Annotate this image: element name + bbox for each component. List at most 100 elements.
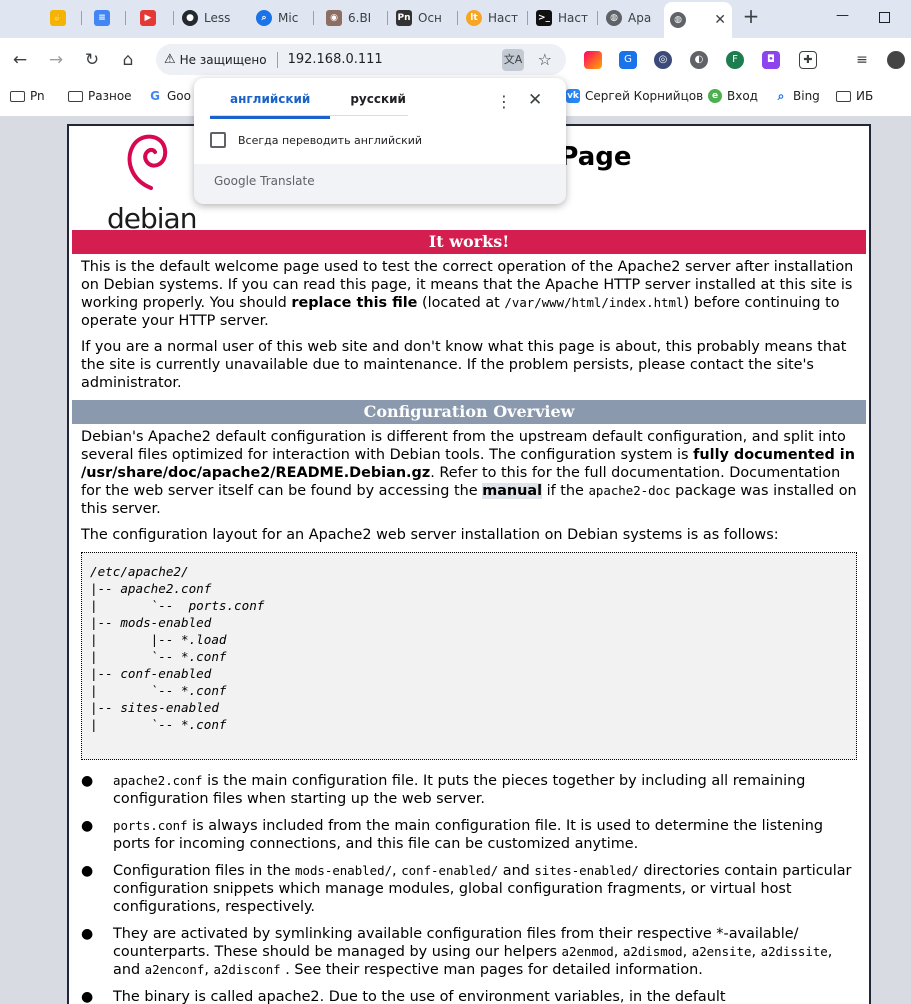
list-item: ● ports.conf is always included from the …	[81, 818, 823, 852]
maximize-icon[interactable]	[879, 12, 890, 23]
search-icon: ⌕	[774, 89, 788, 103]
tab-1[interactable]: ✋	[44, 4, 82, 32]
folder-icon	[68, 90, 83, 102]
url-text[interactable]: 192.168.0.111	[288, 52, 383, 67]
tab-3[interactable]: ▶	[134, 4, 174, 32]
manual-link[interactable]: manual	[482, 483, 543, 499]
tab-label: Apa	[628, 11, 652, 25]
intro-paragraph-1: This is the default welcome page used to…	[81, 259, 854, 329]
bullet-icon: ●	[81, 989, 94, 1004]
translate-popup: английский русский ⋮ ✕ Всегда переводить…	[194, 78, 566, 204]
close-tab-icon[interactable]: ✕	[714, 12, 726, 28]
config-paragraph-1: Debian's Apache2 default configuration i…	[81, 429, 857, 517]
google-translate-logo: Google Translate	[214, 174, 315, 188]
tab-10[interactable]: ◍ Apa	[600, 4, 660, 32]
intro-paragraph-2: If you are a normal user of this web sit…	[81, 339, 847, 391]
bookmark-folder-ib[interactable]: ИБ	[836, 89, 873, 103]
bookmark-folder-misc[interactable]: Разное	[68, 89, 132, 103]
bullet-icon: ●	[81, 926, 94, 942]
tab-label: Осн	[418, 11, 442, 25]
bookmark-folder-pn[interactable]: Pn	[10, 89, 45, 103]
extension-gradient-icon[interactable]	[584, 51, 602, 69]
avatar[interactable]	[887, 51, 905, 69]
folder-icon: ✋	[50, 10, 66, 26]
bookmark-google[interactable]: G Goo	[148, 89, 191, 103]
bookmark-label: Вход	[727, 89, 758, 103]
tab-strip: ✋ ≡ ▶ ● Less ⌕ Mic ◉ 6.ВІ Pn Осн lt Наст…	[0, 0, 911, 38]
bookmark-login[interactable]: e Вход	[708, 89, 758, 103]
tab-label: Less	[204, 11, 231, 25]
apache2-doc-code: apache2-doc	[588, 483, 671, 498]
owl-icon: ◉	[326, 10, 342, 26]
purple-extension-icon[interactable]: ◘	[762, 51, 780, 69]
reading-list-icon[interactable]: ≡	[853, 51, 871, 69]
bookmark-label: Разное	[88, 89, 132, 103]
tab-9[interactable]: >_ Наст	[530, 4, 598, 32]
tab-label: 6.ВІ	[348, 11, 372, 25]
more-options-icon[interactable]: ⋮	[496, 92, 512, 111]
globe-extension-icon[interactable]: F	[726, 51, 744, 69]
bullet-icon: ●	[81, 818, 94, 834]
lt-icon: lt	[466, 10, 482, 26]
security-label[interactable]: Не защищено	[180, 53, 267, 67]
home-icon[interactable]: ⌂	[118, 50, 138, 70]
extensions-puzzle-icon[interactable]: ✚	[799, 51, 817, 69]
address-bar[interactable]: ⚠ Не защищено 192.168.0.111 文A ☆	[156, 44, 566, 75]
evernote-icon: e	[708, 89, 722, 103]
config-paragraph-2: The configuration layout for an Apache2 …	[81, 527, 779, 543]
always-translate-label: Всегда переводить английский	[238, 133, 423, 147]
translate-footer: Google Translate	[194, 164, 566, 204]
always-translate-checkbox[interactable]	[210, 132, 226, 148]
docs-icon: ≡	[94, 10, 110, 26]
close-icon[interactable]: ✕	[528, 90, 542, 110]
folder-icon	[10, 90, 25, 102]
youtube-icon: ▶	[140, 10, 156, 26]
config-section: Debian's Apache2 default configuration i…	[69, 424, 869, 1004]
tab-7[interactable]: Pn Осн	[390, 4, 458, 32]
terminal-icon: >_	[536, 10, 552, 26]
always-translate-option[interactable]: Всегда переводить английский	[210, 132, 422, 148]
bookmark-label: Сергей Корнийцов	[585, 89, 704, 103]
bullet-icon: ●	[81, 773, 94, 789]
new-tab-button[interactable]: +	[741, 6, 761, 26]
forward-icon[interactable]: →	[46, 50, 66, 70]
bookmark-star-icon[interactable]: ☆	[538, 50, 552, 69]
translate-icon[interactable]: 文A	[502, 49, 524, 71]
replace-file-emphasis: replace this file	[291, 295, 418, 311]
google-icon: G	[148, 89, 162, 103]
tab-label: Наст	[558, 11, 588, 25]
reload-icon[interactable]: ↻	[82, 50, 102, 70]
back-icon[interactable]: ←	[10, 50, 30, 70]
planet-extension-icon[interactable]: ◐	[690, 51, 708, 69]
tab-5[interactable]: ⌕ Mic	[250, 4, 314, 32]
tab-6[interactable]: ◉ 6.ВІ	[320, 4, 388, 32]
tab-active[interactable]: ◍ ✕	[664, 2, 732, 38]
bullet-icon: ●	[81, 863, 94, 879]
translate-extension-icon[interactable]: G	[619, 51, 637, 69]
tab-2[interactable]: ≡	[88, 4, 126, 32]
page-viewport[interactable]: debian lt Page It works! This is the def…	[0, 116, 911, 1004]
debian-logo: debian	[107, 130, 197, 235]
intro-section: This is the default welcome page used to…	[69, 254, 869, 392]
warning-icon[interactable]: ⚠	[164, 52, 176, 67]
list-item: ● They are activated by symlinking availa…	[81, 926, 833, 978]
minimize-icon[interactable]: —	[836, 8, 849, 23]
bookmark-label: Bing	[793, 89, 820, 103]
logo-text: debian	[107, 202, 197, 235]
config-tree: /etc/apache2/ |-- apache2.conf | `-- por…	[81, 552, 857, 760]
tab-label: Mic	[278, 11, 299, 25]
bookmark-vk[interactable]: vk Сергей Корнийцов	[566, 89, 703, 103]
bookmark-bing[interactable]: ⌕ Bing	[774, 89, 820, 103]
bookmark-label: ИБ	[856, 89, 874, 103]
lock-extension-icon[interactable]: ◎	[654, 51, 672, 69]
bookmark-label: Goo	[167, 89, 191, 103]
globe-icon: ◍	[606, 10, 622, 26]
folder-icon	[836, 90, 851, 102]
tab-8[interactable]: lt Наст	[460, 4, 528, 32]
search-icon: ⌕	[256, 10, 272, 26]
apache-default-page: debian lt Page It works! This is the def…	[67, 124, 871, 1004]
config-overview-banner: Configuration Overview	[72, 400, 866, 424]
index-path: /var/www/html/index.html	[504, 295, 684, 310]
tab-label: Наст	[488, 11, 518, 25]
debian-swirl-icon	[127, 134, 168, 190]
